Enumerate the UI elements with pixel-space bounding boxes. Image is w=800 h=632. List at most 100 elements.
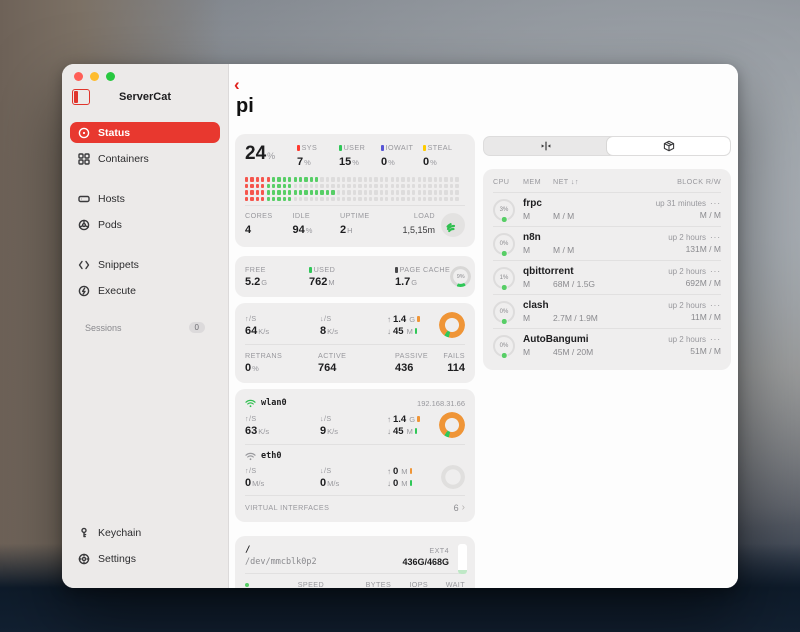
row-menu-icon[interactable]: ··· (710, 267, 721, 276)
sidebar-item-label: Settings (98, 553, 136, 565)
container-net: M / M (553, 245, 574, 255)
containers-column: CPU MEM NET ↓↑ BLOCK R/W 3% frpc MM / M … (483, 136, 731, 370)
eth0-totals: ↑0M ↓0M (387, 466, 441, 489)
container-uptime: up 2 hours (668, 335, 706, 344)
container-net: 45M / 20M (553, 347, 593, 357)
wlan0-up-stat: ↑/S 63K/s (245, 414, 320, 437)
tcp-fails-stat: FAILS 114 (443, 351, 465, 374)
status-icon (77, 126, 90, 139)
sidebar-item-label: Containers (98, 153, 149, 165)
wifi-icon (245, 452, 256, 461)
container-net: M / M (553, 211, 574, 221)
sidebar-item-status[interactable]: Status (70, 122, 220, 143)
eth0-up-stat: ↑/S 0M/s (245, 466, 320, 489)
container-name: frpc (523, 198, 656, 209)
sidebar-item-containers[interactable]: Containers (70, 148, 220, 169)
interface-name: eth0 (261, 451, 281, 461)
app-title: ServerCat (72, 91, 218, 103)
sidebar-item-label: Status (98, 127, 130, 139)
iowait-marker (381, 145, 384, 151)
snippets-icon (77, 258, 90, 271)
interface-name: wlan0 (261, 398, 287, 408)
container-uptime: up 2 hours (668, 301, 706, 310)
net-totals: ↑1.4G ↓45M (387, 314, 439, 337)
container-cpu-gauge: 3% (493, 199, 515, 221)
cpu-total: 24% (245, 143, 297, 165)
cpu-core-grid (245, 177, 465, 201)
cpu-idle-stat: IDLE 94% (293, 211, 341, 238)
cpu-sys-stat: SYS 7% (297, 143, 339, 170)
net-down-stat: ↓/S 8K/s (320, 314, 387, 337)
containers-card: CPU MEM NET ↓↑ BLOCK R/W 3% frpc MM / M … (483, 169, 731, 370)
container-net: 68M / 1.5G (553, 279, 595, 289)
sidebar-item-keychain[interactable]: Keychain (70, 522, 220, 543)
back-button[interactable]: ‹ (234, 78, 240, 92)
container-block: 11M / M (668, 312, 721, 322)
sidebar-item-label: Pods (98, 219, 122, 231)
sessions-count-badge: 0 (189, 322, 205, 333)
container-uptime: up 31 minutes (656, 199, 706, 208)
containers-icon (77, 152, 90, 165)
container-uptime: up 2 hours (668, 267, 706, 276)
window-controls (74, 72, 115, 81)
virtual-interfaces-row[interactable]: VIRTUAL INTERFACES 6 › (245, 502, 465, 513)
load-gauge-icon (441, 213, 465, 237)
container-row[interactable]: 0% clash M2.7M / 1.9M up 2 hours··· 11M … (493, 294, 721, 328)
container-row[interactable]: 0% AutoBangumi M45M / 20M up 2 hours··· … (493, 328, 721, 362)
wlan0-gauge (439, 412, 465, 438)
app-window: ServerCat Status Containers Hosts (62, 64, 738, 588)
sidebar-item-hosts[interactable]: Hosts (70, 188, 220, 209)
wifi-icon (245, 399, 256, 408)
sidebar-item-snippets[interactable]: Snippets (70, 254, 220, 275)
execute-icon (77, 284, 90, 297)
cpu-user-stat: USER 15% (339, 143, 381, 170)
sidebar-item-label: Hosts (98, 193, 125, 205)
zoom-window-button[interactable] (106, 72, 115, 81)
container-name: qbittorrent (523, 266, 668, 277)
row-menu-icon[interactable]: ··· (710, 301, 721, 310)
sidebar-item-pods[interactable]: Pods (70, 214, 220, 235)
row-menu-icon[interactable]: ··· (710, 233, 721, 242)
container-mem: M (523, 211, 553, 221)
steal-marker (423, 145, 426, 151)
wlan0-down-stat: ↓/S 9K/s (320, 414, 387, 437)
sessions-row: Sessions 0 (85, 322, 205, 333)
sidebar-item-execute[interactable]: Execute (70, 280, 220, 301)
container-cpu-gauge: 0% (493, 233, 515, 255)
row-menu-icon[interactable]: ··· (710, 335, 721, 344)
close-window-button[interactable] (74, 72, 83, 81)
tab-containers[interactable] (607, 137, 730, 155)
container-name: n8n (523, 232, 668, 243)
sidebar-item-settings[interactable]: Settings (70, 548, 220, 569)
container-row[interactable]: 0% n8n MM / M up 2 hours··· 131M / M (493, 226, 721, 260)
container-name: clash (523, 300, 668, 311)
sidebar-item-label: Snippets (98, 259, 139, 271)
total-up-marker (417, 316, 420, 322)
cpu-iowait-stat: IOWAIT 0% (381, 143, 423, 170)
container-row[interactable]: 3% frpc MM / M up 31 minutes··· M / M (493, 192, 721, 226)
container-cpu-gauge: 1% (493, 267, 515, 289)
interfaces-card: wlan0 192.168.31.66 ↑/S 63K/s ↓/S 9K/s ↑… (235, 389, 475, 522)
minimize-window-button[interactable] (90, 72, 99, 81)
tcp-active-stat: ACTIVE 764 (318, 351, 395, 374)
cpu-card: 24% SYS 7% USER 15% IOWAIT 0% (235, 134, 475, 247)
virtual-interfaces-count: 6 (454, 503, 459, 513)
row-menu-icon[interactable]: ··· (710, 199, 721, 208)
tab-processes[interactable] (484, 137, 607, 155)
sidebar-item-label: Execute (98, 285, 136, 297)
used-marker (309, 267, 312, 273)
container-block: 131M / M (668, 244, 721, 254)
disk-mount: / (245, 545, 250, 555)
container-row[interactable]: 1% qbittorrent M68M / 1.5G up 2 hours···… (493, 260, 721, 294)
memory-card: FREE 5.2G USED 762M PAGE CACHE 1.7G 9% (235, 256, 475, 297)
container-mem: M (523, 313, 553, 323)
wlan0-totals: ↑1.4G ↓45M (387, 414, 439, 437)
containers-box-icon (663, 140, 675, 152)
container-block: M / M (656, 210, 721, 220)
container-net: 2.7M / 1.9M (553, 313, 598, 323)
panel-segmented-control (483, 136, 731, 156)
pods-icon (77, 218, 90, 231)
tcp-passive-stat: PASSIVE 436 (395, 351, 443, 374)
sessions-label: Sessions (85, 323, 122, 333)
cache-marker (395, 267, 398, 273)
